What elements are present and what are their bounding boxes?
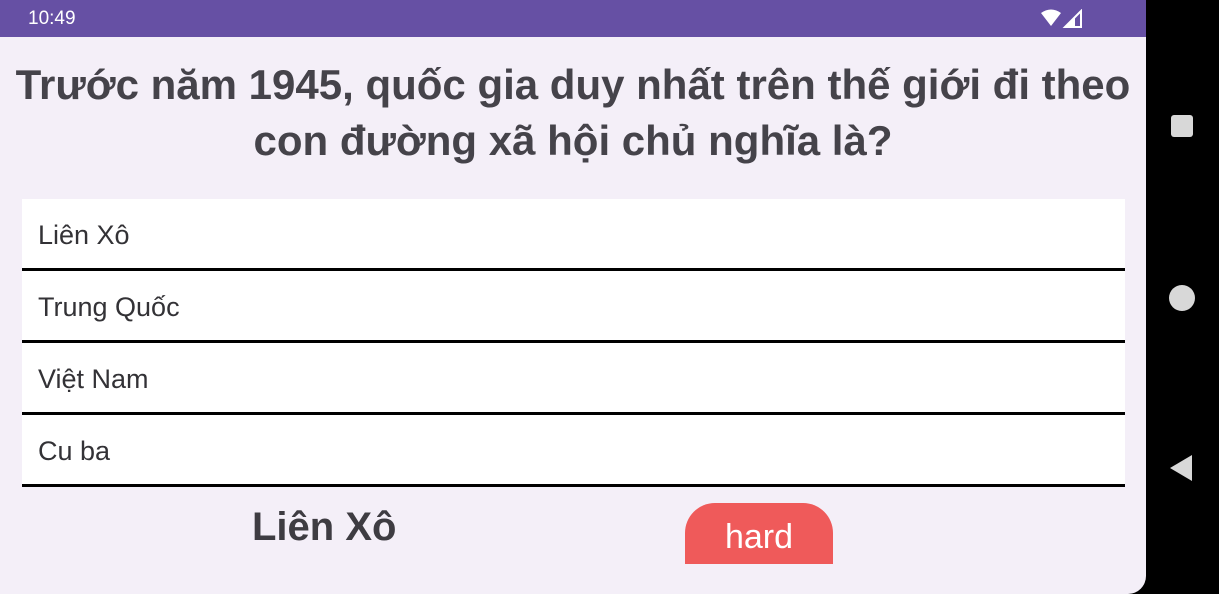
navigation-bar [1146,0,1219,594]
difficulty-badge: hard [685,503,833,564]
answer-options-list: Liên Xô Trung Quốc Việt Nam Cu ba [22,199,1125,487]
recents-square-icon [1171,115,1193,137]
home-circle-icon [1169,285,1195,311]
wifi-icon [1041,9,1061,26]
answer-option-2[interactable]: Trung Quốc [22,271,1125,343]
answer-option-label: Cu ba [38,436,111,466]
answer-option-label: Trung Quốc [38,292,180,322]
recents-button[interactable] [1164,108,1200,144]
back-button[interactable] [1164,450,1200,486]
question-text: Trước năm 1945, quốc gia duy nhất trên t… [15,61,1131,164]
status-time: 10:49 [28,8,76,29]
cell-signal-icon [1062,8,1082,28]
answer-option-4[interactable]: Cu ba [22,415,1125,487]
home-button[interactable] [1164,280,1200,316]
answer-option-label: Việt Nam [38,364,149,394]
app-screen: 10:49 Trước năm 1945, quốc gia duy nhất … [0,0,1146,594]
device-frame: 10:49 Trước năm 1945, quốc gia duy nhất … [0,0,1219,594]
answer-option-label: Liên Xô [38,220,130,250]
answer-option-1[interactable]: Liên Xô [22,199,1125,271]
answer-option-3[interactable]: Việt Nam [22,343,1125,415]
status-icons [1040,8,1084,29]
back-triangle-icon [1170,455,1192,481]
selected-answer-text: Liên Xô [252,505,397,549]
status-bar: 10:49 [0,0,1146,37]
